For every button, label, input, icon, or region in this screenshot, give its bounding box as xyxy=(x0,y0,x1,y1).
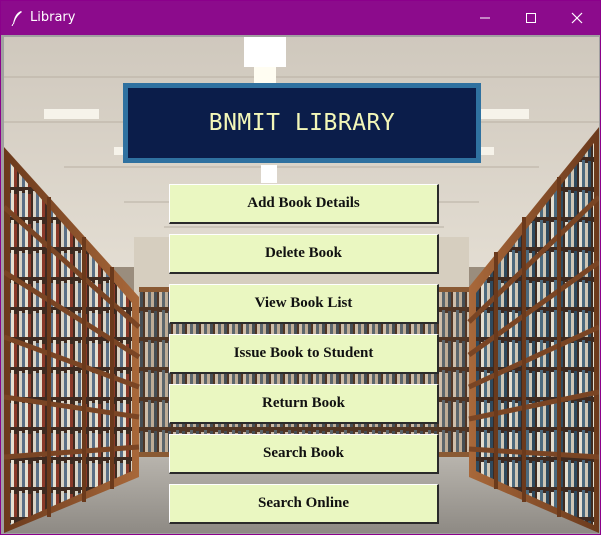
add-book-details-button[interactable]: Add Book Details xyxy=(169,184,439,224)
return-book-button[interactable]: Return Book xyxy=(169,384,439,424)
search-book-button[interactable]: Search Book xyxy=(169,434,439,474)
search-online-button[interactable]: Search Online xyxy=(169,484,439,524)
page-title: BNMIT LIBRARY xyxy=(208,110,396,136)
library-banner: BNMIT LIBRARY xyxy=(123,83,481,163)
minimize-button[interactable] xyxy=(462,1,508,35)
view-book-list-button[interactable]: View Book List xyxy=(169,284,439,324)
feather-icon xyxy=(11,11,22,26)
close-icon xyxy=(571,12,583,24)
library-window: Library BNMIT LIBRARY Add Book Details D… xyxy=(0,0,601,535)
issue-book-to-student-button[interactable]: Issue Book to Student xyxy=(169,334,439,374)
maximize-button[interactable] xyxy=(508,1,554,35)
title-bar[interactable]: Library xyxy=(1,1,600,35)
close-button[interactable] xyxy=(554,1,600,35)
delete-book-button[interactable]: Delete Book xyxy=(169,234,439,274)
maximize-icon xyxy=(526,13,536,23)
minimize-icon xyxy=(480,17,490,19)
window-title: Library xyxy=(30,10,76,25)
library-background: BNMIT LIBRARY Add Book Details Delete Bo… xyxy=(4,37,599,533)
